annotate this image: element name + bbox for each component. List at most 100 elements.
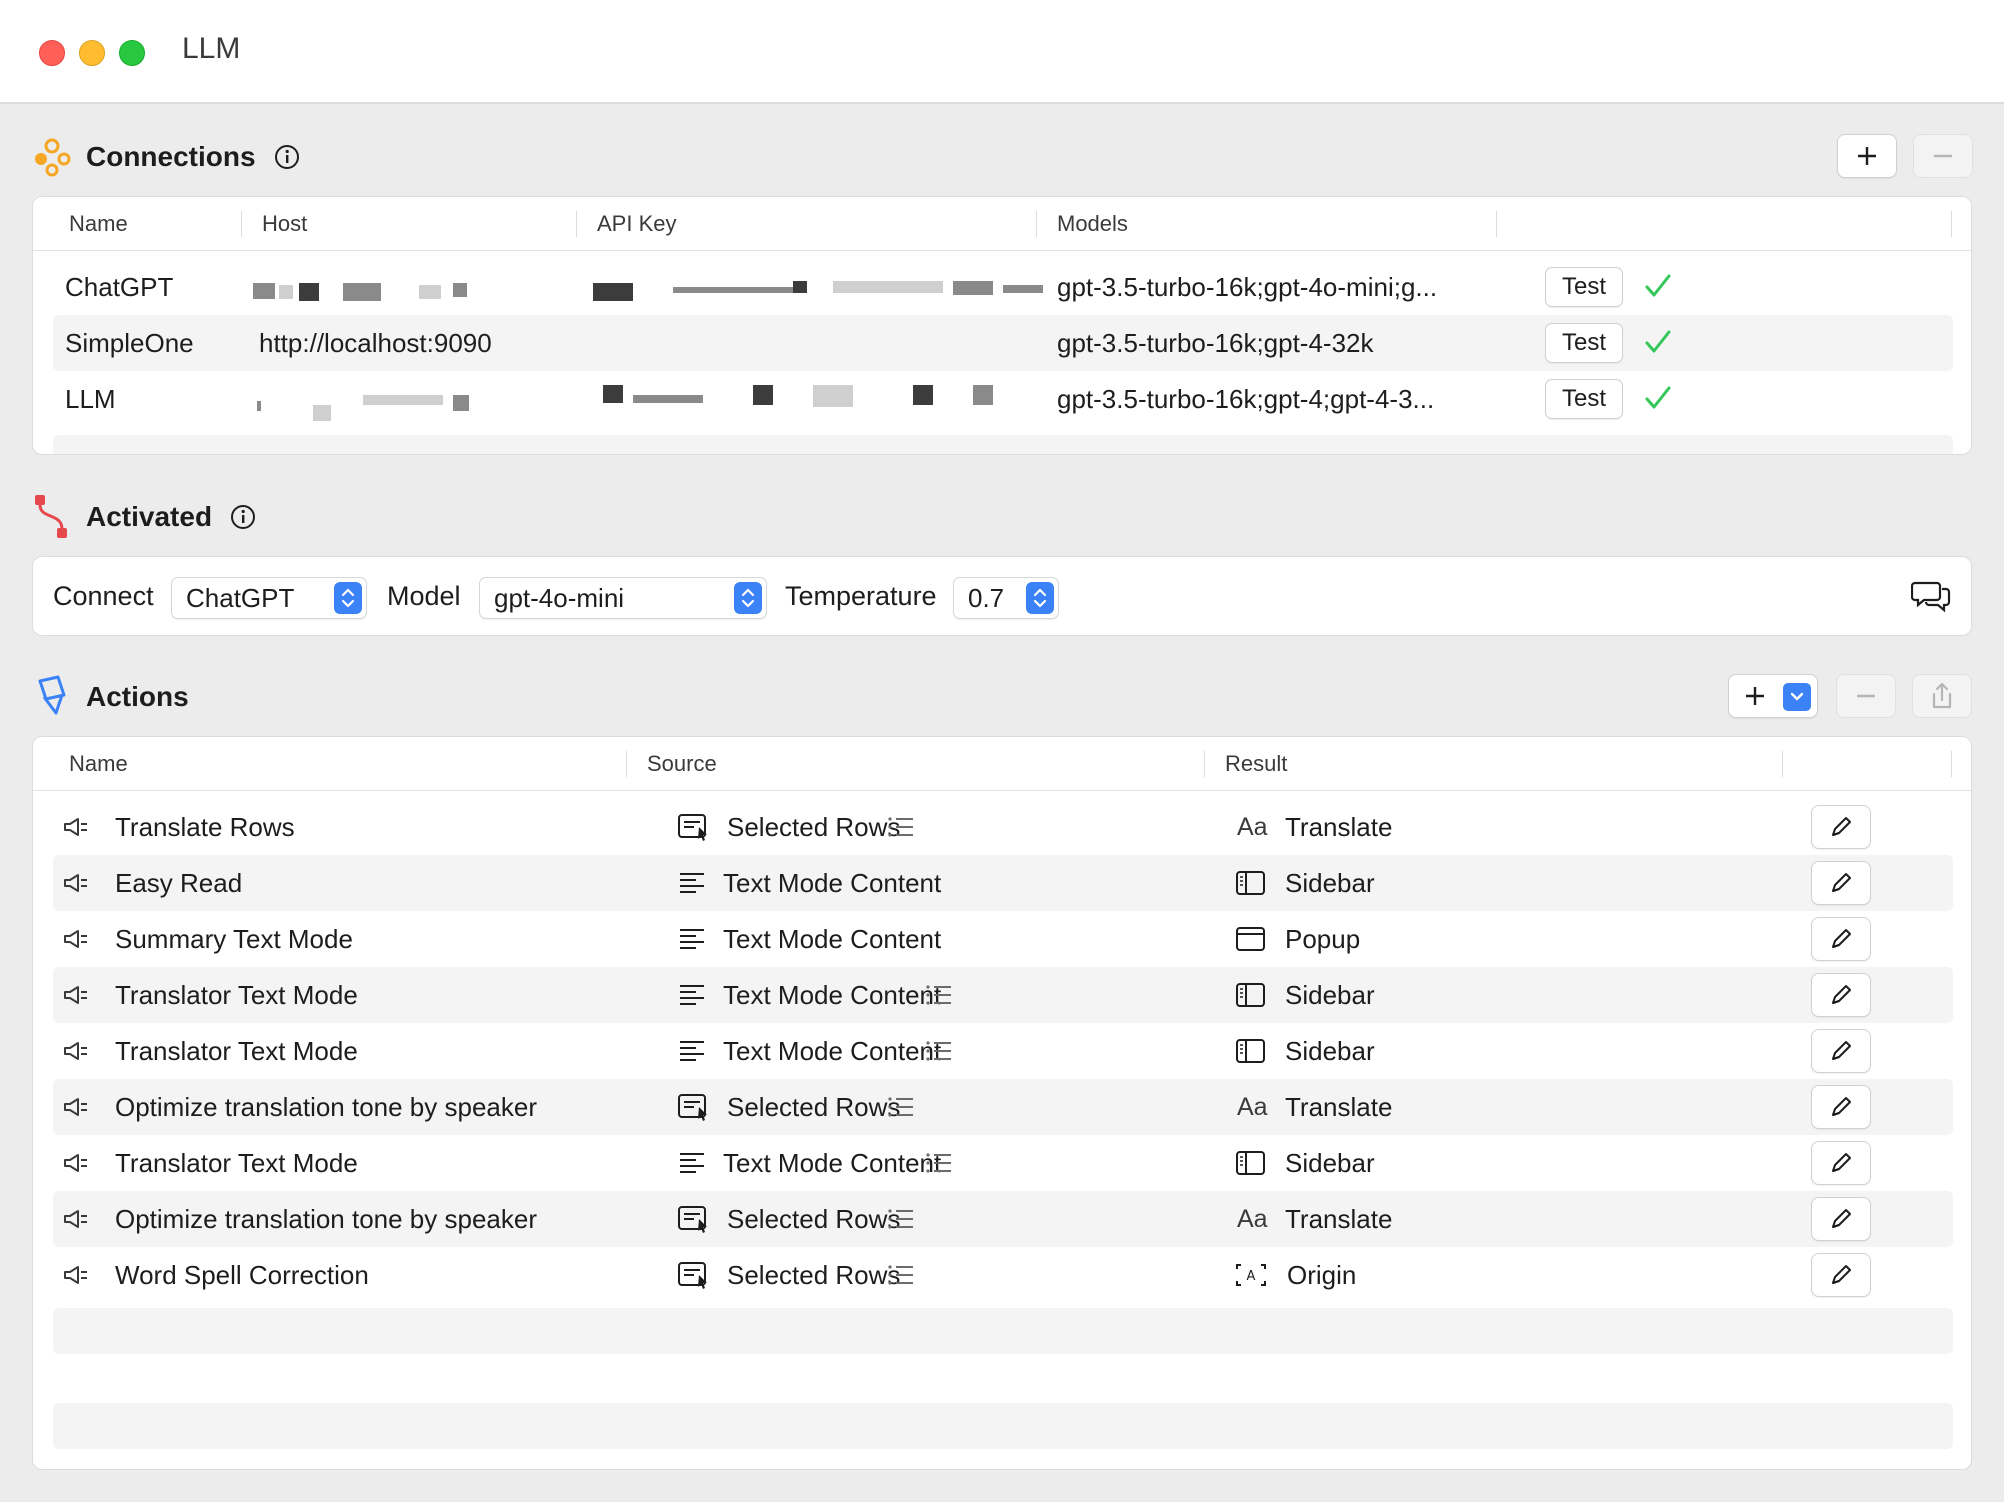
zoom-window-button[interactable] (119, 40, 145, 66)
temperature-value: 0.7 (968, 583, 1005, 613)
connection-row-chatgpt[interactable]: ChatGPT gpt-3.5-turbo-16k;gpt-4o-mini;g.… (53, 259, 1953, 315)
chevron-updown-icon (1026, 582, 1054, 614)
remove-action-button[interactable] (1836, 674, 1896, 718)
edit-action-button[interactable] (1811, 917, 1871, 961)
connection-models: gpt-3.5-turbo-16k;gpt-4o-mini;g... (1057, 272, 1438, 302)
speaker-icon (63, 1040, 89, 1067)
action-row[interactable]: Translator Text Mode Text Mode Content Sid… (53, 1023, 1953, 1079)
chevron-down-icon[interactable] (1783, 683, 1811, 711)
action-row[interactable]: Translator Text Mode Text Mode Content Sid… (53, 1135, 1953, 1191)
column-header-models[interactable]: Models (1057, 197, 1128, 251)
speaker-icon (63, 1208, 89, 1235)
connect-value: ChatGPT (186, 583, 295, 613)
action-row[interactable]: Summary Text Mode Text Mode Content Popup (53, 911, 1953, 967)
edit-action-button[interactable] (1811, 973, 1871, 1017)
speaker-icon (63, 1096, 89, 1123)
remove-connection-button[interactable] (1913, 134, 1973, 178)
action-row[interactable]: Translate Rows Selected Rows Aa Translate (53, 799, 1953, 855)
close-window-button[interactable] (39, 40, 65, 66)
add-connection-button[interactable] (1837, 134, 1897, 178)
text-lines-icon (677, 869, 707, 897)
action-row[interactable]: Easy Read Text Mode Content Sidebar (53, 855, 1953, 911)
info-icon[interactable] (274, 144, 300, 170)
action-name: Translator Text Mode (115, 980, 358, 1010)
action-row[interactable]: Word Spell Correction Selected Rows A Origi… (53, 1247, 1953, 1303)
action-source: Text Mode Content (723, 924, 942, 954)
empty-row (53, 1403, 1953, 1449)
aa-icon: Aa (1237, 1093, 1268, 1121)
pencil-icon (1828, 982, 1854, 1008)
test-connection-button[interactable]: Test (1545, 323, 1624, 363)
edit-action-button[interactable] (1811, 1253, 1871, 1297)
checkmark-icon (1645, 330, 1671, 353)
column-header-api-key[interactable]: API Key (597, 197, 676, 251)
column-header-name[interactable]: Name (69, 197, 128, 251)
column-header-source[interactable]: Source (647, 737, 717, 791)
action-row[interactable]: Translator Text Mode Text Mode Content Sid… (53, 967, 1953, 1023)
edit-action-button[interactable] (1811, 861, 1871, 905)
model-value: gpt-4o-mini (494, 583, 625, 613)
connection-host: http://localhost:9090 (259, 328, 492, 358)
checkmark-icon (1645, 386, 1671, 409)
edit-action-button[interactable] (1811, 1029, 1871, 1073)
actions-icon (32, 675, 72, 717)
test-connection-button[interactable]: Test (1545, 379, 1624, 419)
edit-action-button[interactable] (1811, 1141, 1871, 1185)
connection-row-llm[interactable]: LLM gpt-3.5-turbo-16k;gpt-4;gpt-4-3... T… (53, 371, 1953, 427)
list-icon (923, 981, 953, 1009)
column-header-result[interactable]: Result (1225, 737, 1287, 791)
origin-icon: A (1235, 1261, 1266, 1289)
temperature-stepper[interactable]: 0.7 (953, 577, 1059, 619)
connection-models: gpt-3.5-turbo-16k;gpt-4-32k (1057, 328, 1374, 358)
speaker-icon (63, 816, 89, 843)
sidebar-icon (1235, 981, 1265, 1009)
plus-icon (1858, 147, 1876, 165)
connect-select[interactable]: ChatGPT (171, 577, 367, 619)
test-connection-button[interactable]: Test (1545, 267, 1624, 307)
model-select[interactable]: gpt-4o-mini (479, 577, 767, 619)
action-result: Sidebar (1285, 1036, 1375, 1066)
speaker-icon (63, 928, 89, 955)
sidebar-icon (1235, 1037, 1265, 1065)
chat-bubbles-icon[interactable] (1911, 579, 1951, 615)
connection-row-simpleone[interactable]: SimpleOne http://localhost:9090 gpt-3.5-… (53, 315, 1953, 371)
action-source: Text Mode Content (723, 1148, 942, 1178)
aa-icon: Aa (1237, 813, 1268, 841)
action-row[interactable]: Optimize translation tone by speaker Sele… (53, 1191, 1953, 1247)
minimize-window-button[interactable] (79, 40, 105, 66)
activated-header: Activated (32, 495, 256, 538)
list-icon (885, 1093, 915, 1121)
edit-action-button[interactable] (1811, 1085, 1871, 1129)
column-header-name[interactable]: Name (69, 737, 128, 791)
edit-action-button[interactable] (1811, 1197, 1871, 1241)
activated-bar: Connect ChatGPT Model gpt-4o-mini Temper… (32, 556, 1972, 636)
add-action-button[interactable] (1728, 674, 1818, 718)
action-name: Translate Rows (115, 812, 295, 842)
action-source: Text Mode Content (723, 980, 942, 1010)
info-icon[interactable] (230, 504, 256, 530)
share-action-button[interactable] (1912, 674, 1972, 718)
action-name: Word Spell Correction (115, 1260, 369, 1290)
text-lines-icon (677, 925, 707, 953)
action-result: Popup (1285, 924, 1361, 954)
action-row[interactable]: Optimize translation tone by speaker Sele… (53, 1079, 1953, 1135)
list-icon (885, 813, 915, 841)
pencil-icon (1828, 814, 1854, 840)
connection-name: ChatGPT (65, 272, 174, 302)
temperature-label: Temperature (785, 581, 937, 611)
action-source: Selected Rows (727, 1204, 901, 1234)
action-source: Text Mode Content (723, 1036, 942, 1066)
edit-action-button[interactable] (1811, 805, 1871, 849)
aa-icon: Aa (1237, 1205, 1268, 1233)
action-source: Selected Rows (727, 1092, 901, 1122)
selected-rows-icon (677, 813, 707, 841)
share-icon (1932, 682, 1952, 709)
column-header-host[interactable]: Host (262, 197, 307, 251)
action-name: Optimize translation tone by speaker (115, 1204, 537, 1234)
action-result: Translate (1285, 812, 1393, 842)
connection-name: SimpleOne (65, 328, 194, 358)
title-bar: LLM (0, 0, 2004, 104)
action-result: Translate (1285, 1204, 1393, 1234)
actions-header: Actions (32, 675, 189, 717)
pencil-icon (1828, 1150, 1854, 1176)
